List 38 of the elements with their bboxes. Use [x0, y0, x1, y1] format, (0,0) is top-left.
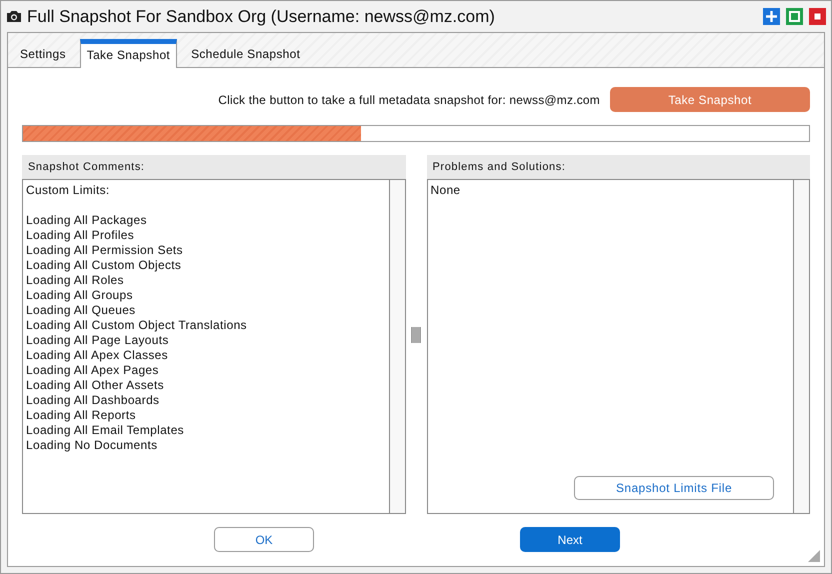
comment-line: Loading All Queues	[26, 303, 136, 318]
problem-text: None	[430, 183, 462, 198]
comment-line: Loading All Custom Object Translations	[26, 318, 248, 333]
scrollbar[interactable]	[388, 180, 404, 513]
comments-area[interactable]	[22, 179, 406, 514]
window-title: Full Snapshot For Sandbox Org (Username: newss@mz.com)	[27, 6, 495, 26]
comment-line: Loading All Apex Classes	[26, 348, 169, 363]
comment-line: Loading All Page Layouts	[26, 333, 170, 348]
comment-line: Loading All Custom Objects	[26, 258, 182, 273]
tab[interactable]: Take Snapshot	[80, 39, 178, 68]
comment-line: Loading All Apex Pages	[26, 363, 160, 378]
ok-button[interactable]: OK	[214, 527, 314, 552]
close-icon[interactable]	[809, 8, 826, 25]
comment-line: Loading All Roles	[26, 273, 125, 288]
next-button[interactable]: Next	[520, 527, 620, 552]
resize-grip-icon[interactable]	[808, 550, 820, 562]
comment-line: Loading All Groups	[26, 288, 134, 303]
prompt-text: Click the button to take a full metadata snapshot for: newss@mz.com	[218, 92, 600, 106]
comment-line: Loading All Other Assets	[26, 378, 165, 393]
comment-line: Loading All Packages	[26, 213, 148, 228]
problems-area[interactable]: None Snapshot Limits File	[426, 179, 810, 514]
tab[interactable]: Settings	[8, 41, 80, 67]
panel-header: Problems and Solutions:	[426, 155, 810, 179]
add-icon[interactable]	[763, 8, 780, 25]
comment-line: Loading All Reports	[26, 408, 137, 423]
splitter-handle-icon[interactable]	[410, 326, 422, 342]
comment-line: Loading All Email Templates	[26, 423, 185, 438]
panel-header: Snapshot Comments:	[22, 155, 406, 179]
snapshot-limits-button[interactable]: Snapshot Limits File	[574, 476, 774, 500]
comment-line: Custom Limits:	[26, 183, 111, 198]
comment-line: Loading No Documents	[26, 438, 158, 453]
comment-line: Loading All Dashboards	[26, 393, 160, 408]
maximize-icon[interactable]	[786, 8, 803, 25]
camera-icon	[6, 10, 22, 23]
scrollbar[interactable]	[793, 180, 809, 513]
comment-line: Loading All Profiles	[26, 228, 136, 243]
tab[interactable]: Schedule Snapshot	[177, 41, 314, 67]
comment-line: Loading All Permission Sets	[26, 243, 184, 258]
